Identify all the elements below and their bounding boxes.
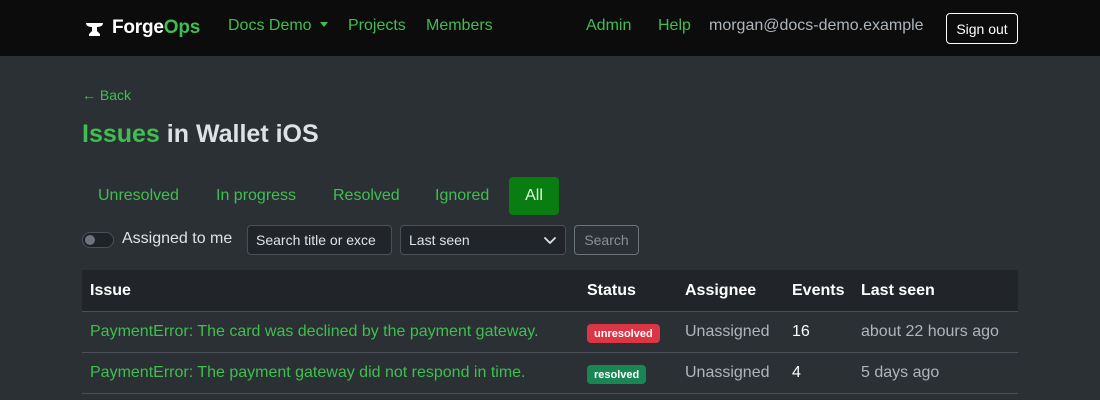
tab-ignored[interactable]: Ignored (419, 177, 505, 215)
status-badge: unresolved (587, 324, 660, 343)
header-assignee: Assignee (685, 282, 757, 299)
table-row[interactable]: PaymentError: The payment gateway did no… (82, 353, 1018, 394)
assignee-cell: Unassigned (685, 364, 770, 381)
nav-admin[interactable]: Admin (586, 17, 631, 35)
caret-down-icon (319, 22, 328, 27)
chevron-down-icon (544, 237, 556, 244)
search-button[interactable]: Search (574, 225, 639, 255)
sort-select[interactable]: Last seen (400, 225, 566, 255)
assigned-to-me-toggle[interactable] (82, 232, 114, 248)
table-header: Issue Status Assignee Events Last seen (82, 270, 1018, 312)
search-input[interactable] (247, 225, 392, 255)
page-title-project: in Wallet iOS (159, 120, 319, 148)
page-title-accent: Issues (82, 120, 160, 148)
tab-unresolved[interactable]: Unresolved (82, 177, 195, 215)
top-navbar: ForgeOps Docs Demo Projects Members Admi… (0, 0, 1100, 56)
events-cell: 4 (792, 364, 801, 381)
user-email: morgan@docs-demo.example (709, 17, 924, 34)
issues-table: Issue Status Assignee Events Last seen P… (82, 270, 1018, 394)
nav-help[interactable]: Help (658, 17, 691, 35)
assignee-cell: Unassigned (685, 323, 770, 340)
brand-name: ForgeOps (112, 17, 201, 38)
anvil-icon (86, 23, 103, 36)
page-title: Issues in Wallet iOS (82, 120, 319, 149)
header-last-seen: Last seen (861, 282, 935, 299)
project-dropdown[interactable]: Docs Demo (228, 17, 328, 35)
nav-projects[interactable]: Projects (348, 17, 406, 35)
header-status: Status (587, 282, 636, 299)
sort-select-value: Last seen (409, 232, 470, 248)
tab-resolved[interactable]: Resolved (317, 177, 416, 215)
toggle-knob (85, 235, 95, 245)
events-cell: 16 (792, 323, 810, 340)
issue-title-link[interactable]: PaymentError: The card was declined by t… (90, 323, 539, 341)
status-badge: resolved (587, 365, 647, 384)
last-seen-cell: about 22 hours ago (861, 323, 999, 340)
brand-logo[interactable]: ForgeOps (84, 16, 200, 40)
last-seen-cell: 5 days ago (861, 364, 940, 381)
header-issue: Issue (90, 282, 131, 299)
tab-in-progress[interactable]: In progress (200, 177, 312, 215)
assigned-to-me-label: Assigned to me (122, 230, 233, 247)
nav-members[interactable]: Members (426, 17, 493, 35)
sign-out-button[interactable]: Sign out (946, 13, 1018, 44)
project-dropdown-label: Docs Demo (228, 17, 312, 34)
back-link[interactable]: ← Back (82, 87, 131, 103)
issue-title-link[interactable]: PaymentError: The payment gateway did no… (90, 364, 525, 382)
table-row[interactable]: PaymentError: The card was declined by t… (82, 312, 1018, 353)
header-events: Events (792, 282, 845, 299)
tab-all[interactable]: All (509, 177, 559, 215)
